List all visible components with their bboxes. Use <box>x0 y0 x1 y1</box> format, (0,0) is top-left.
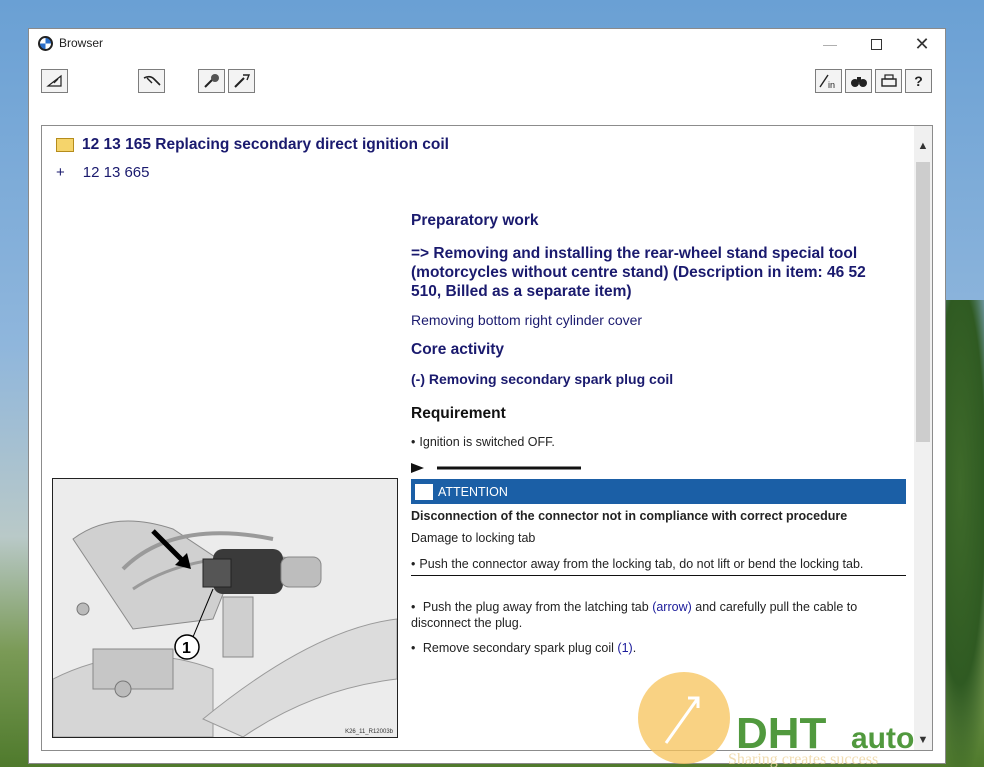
attention-label: ATTENTION <box>438 484 508 499</box>
content-pane[interactable]: 12 13 165 Replacing secondary direct ign… <box>41 125 933 751</box>
wrench-icon <box>233 74 250 88</box>
motorcycle-button[interactable] <box>138 69 165 93</box>
svg-text:Sharing creates success: Sharing creates success <box>728 751 878 767</box>
back-icon <box>45 74 62 87</box>
ignition-coil-figure[interactable]: 1 K26_11_R12003b <box>52 478 398 738</box>
removing-cover-link[interactable]: Removing bottom right cylinder cover <box>411 312 642 328</box>
folder-open-icon <box>56 138 74 152</box>
help-button[interactable]: ? <box>905 69 932 93</box>
browser-window: Browser — ✕ in ? 12 13 165 Replacing sec… <box>28 28 946 764</box>
engine-illustration: 1 <box>53 479 397 737</box>
step-unplug: Push the plug away from the latching tab… <box>411 599 881 631</box>
step-remove-text: Remove secondary spark plug coil <box>422 641 618 655</box>
tool-button[interactable] <box>198 69 225 93</box>
attention-bullet: Push the connector away from the locking… <box>411 557 863 571</box>
attention-banner: ATTENTION <box>411 479 906 504</box>
edit-in-icon: in <box>818 74 835 90</box>
binoculars-icon <box>850 77 867 87</box>
scrollbar-thumb[interactable] <box>916 162 930 442</box>
window-title: Browser <box>59 36 104 50</box>
scroll-up-arrow-icon[interactable]: ▲ <box>914 136 932 156</box>
callout-reference-link[interactable]: (1) <box>617 641 632 655</box>
step-remove-text-end: . <box>632 641 637 655</box>
motorcycle-icon <box>143 75 161 86</box>
attention-hand-icon <box>414 482 434 501</box>
requirement-item: Ignition is switched OFF. <box>411 435 554 449</box>
step-remove-coil: Remove secondary spark plug coil (1). <box>411 641 636 655</box>
dht-watermark-logo: DHT DHT auto Sharing creates success <box>638 672 914 767</box>
core-heading: Core activity <box>411 341 505 358</box>
figure-caption: K26_11_R12003b <box>345 729 393 735</box>
title-bar: Browser — ✕ <box>29 29 945 59</box>
minimize-button[interactable]: — <box>807 29 853 59</box>
vertical-scrollbar[interactable]: ▲ ▼ <box>914 126 932 750</box>
back-button[interactable] <box>41 69 68 93</box>
print-icon <box>880 74 897 87</box>
pointer-arrow-icon <box>411 463 581 473</box>
sub-item-label: 12 13 665 <box>82 164 150 181</box>
toolbar: in ? <box>29 59 945 129</box>
preparatory-heading: Preparatory work <box>411 212 539 229</box>
attention-damage: Damage to locking tab <box>411 531 536 545</box>
attention-bold: Disconnection of the connector not in co… <box>411 509 848 523</box>
core-step[interactable]: (-) Removing secondary spark plug coil <box>411 371 673 387</box>
svg-text:in: in <box>828 80 835 90</box>
maximize-button[interactable] <box>853 29 899 59</box>
help-icon: ? <box>914 73 923 89</box>
arrow-reference-link[interactable]: (arrow) <box>652 600 692 614</box>
close-button[interactable]: ✕ <box>899 29 945 59</box>
edit-in-button[interactable]: in <box>815 69 842 93</box>
attention-divider <box>411 575 906 576</box>
document-title: 12 13 165 Replacing secondary direct ign… <box>82 136 449 153</box>
binoculars-button[interactable] <box>845 69 872 93</box>
figure-callout-number: 1 <box>182 640 191 657</box>
tool-icon <box>203 74 219 88</box>
print-button[interactable] <box>875 69 902 93</box>
requirement-heading: Requirement <box>411 405 506 422</box>
preparatory-link[interactable]: => Removing and installing the rear-whee… <box>411 244 891 301</box>
document-title-row: 12 13 165 Replacing secondary direct ign… <box>56 136 449 154</box>
wrench-button[interactable] <box>228 69 255 93</box>
expand-icon[interactable]: + <box>56 164 65 181</box>
sub-item[interactable]: +12 13 665 <box>56 164 150 181</box>
bmw-logo-icon <box>38 36 53 51</box>
step-unplug-text: Push the plug away from the latching tab <box>422 600 653 614</box>
